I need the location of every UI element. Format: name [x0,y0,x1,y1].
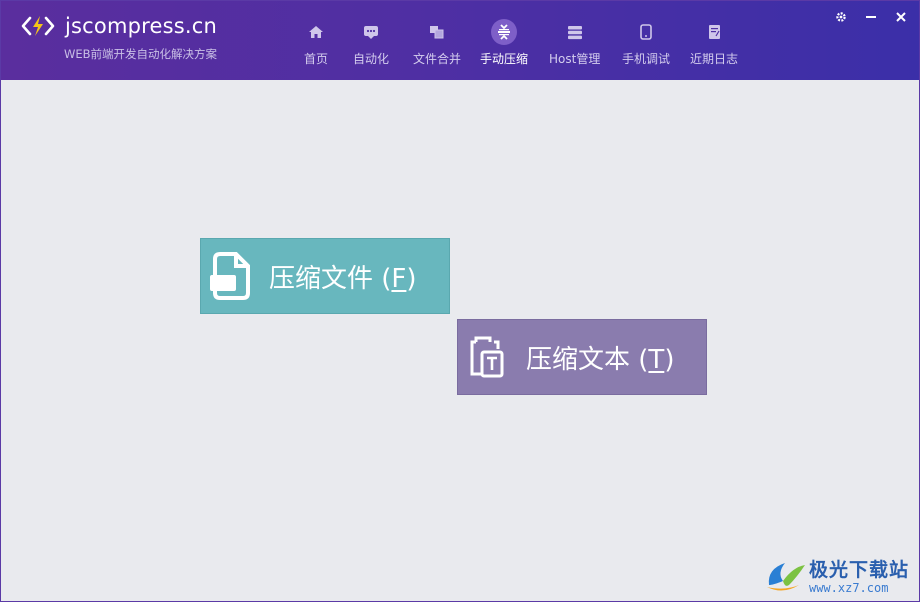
compress-file-label: 压缩文件 (F) [269,263,417,294]
app-title: jscompress.cn [65,14,218,38]
nav-label: 自动化 [353,52,390,66]
minimize-icon[interactable] [863,9,879,25]
watermark-name: 极光下载站 [808,559,909,581]
nav-label: 文件合并 [413,52,462,66]
nav-item-manual-compress[interactable]: 手动压缩 [480,19,528,71]
watermark: 极光下载站 www.xz7.com [763,555,909,595]
server-icon [562,19,588,45]
code-bolt-logo-icon [21,13,55,39]
nav-label: 手动压缩 [480,52,529,66]
compress-icon [491,19,517,45]
hotkey-t: T [648,344,665,375]
nav-label: 近期日志 [690,52,739,66]
compress-text-button[interactable]: 压缩文本 (T) [457,319,707,395]
nav-label: 首页 [303,52,328,66]
close-icon[interactable] [893,9,909,25]
nav-item-recent-logs[interactable]: 近期日志 [690,19,738,71]
nav-item-file-merge[interactable]: 文件合并 [413,19,461,71]
nav-item-mobile-debug[interactable]: 手机调试 [622,19,670,71]
aurora-logo-icon [763,555,807,595]
hotkey-f: F [391,263,407,294]
window-controls [833,9,909,25]
nav-item-host-manage[interactable]: Host管理 [549,19,600,71]
log-icon [701,19,727,45]
clipboard-text-icon [464,333,512,381]
header-bar: jscompress.cn WEB前端开发自动化解决方案 首页 自动化 文件合并… [1,1,919,80]
file-icon [207,252,255,300]
phone-icon [633,19,659,45]
app-subtitle: WEB前端开发自动化解决方案 [64,47,218,61]
compress-file-button[interactable]: 压缩文件 (F) [200,238,450,314]
chat-icon [358,19,384,45]
home-icon [303,19,329,45]
app-window: jscompress.cn WEB前端开发自动化解决方案 首页 自动化 文件合并… [0,0,920,602]
nav-label: 手机调试 [622,52,671,66]
merge-icon [424,19,450,45]
nav-label: Host管理 [549,52,601,66]
nav-item-automation[interactable]: 自动化 [353,19,389,71]
nav-item-home[interactable]: 首页 [303,19,329,71]
watermark-url: www.xz7.com [808,581,889,595]
settings-icon[interactable] [833,9,849,25]
compress-text-label: 压缩文本 (T) [526,344,675,375]
brand: jscompress.cn WEB前端开发自动化解决方案 [21,13,218,61]
